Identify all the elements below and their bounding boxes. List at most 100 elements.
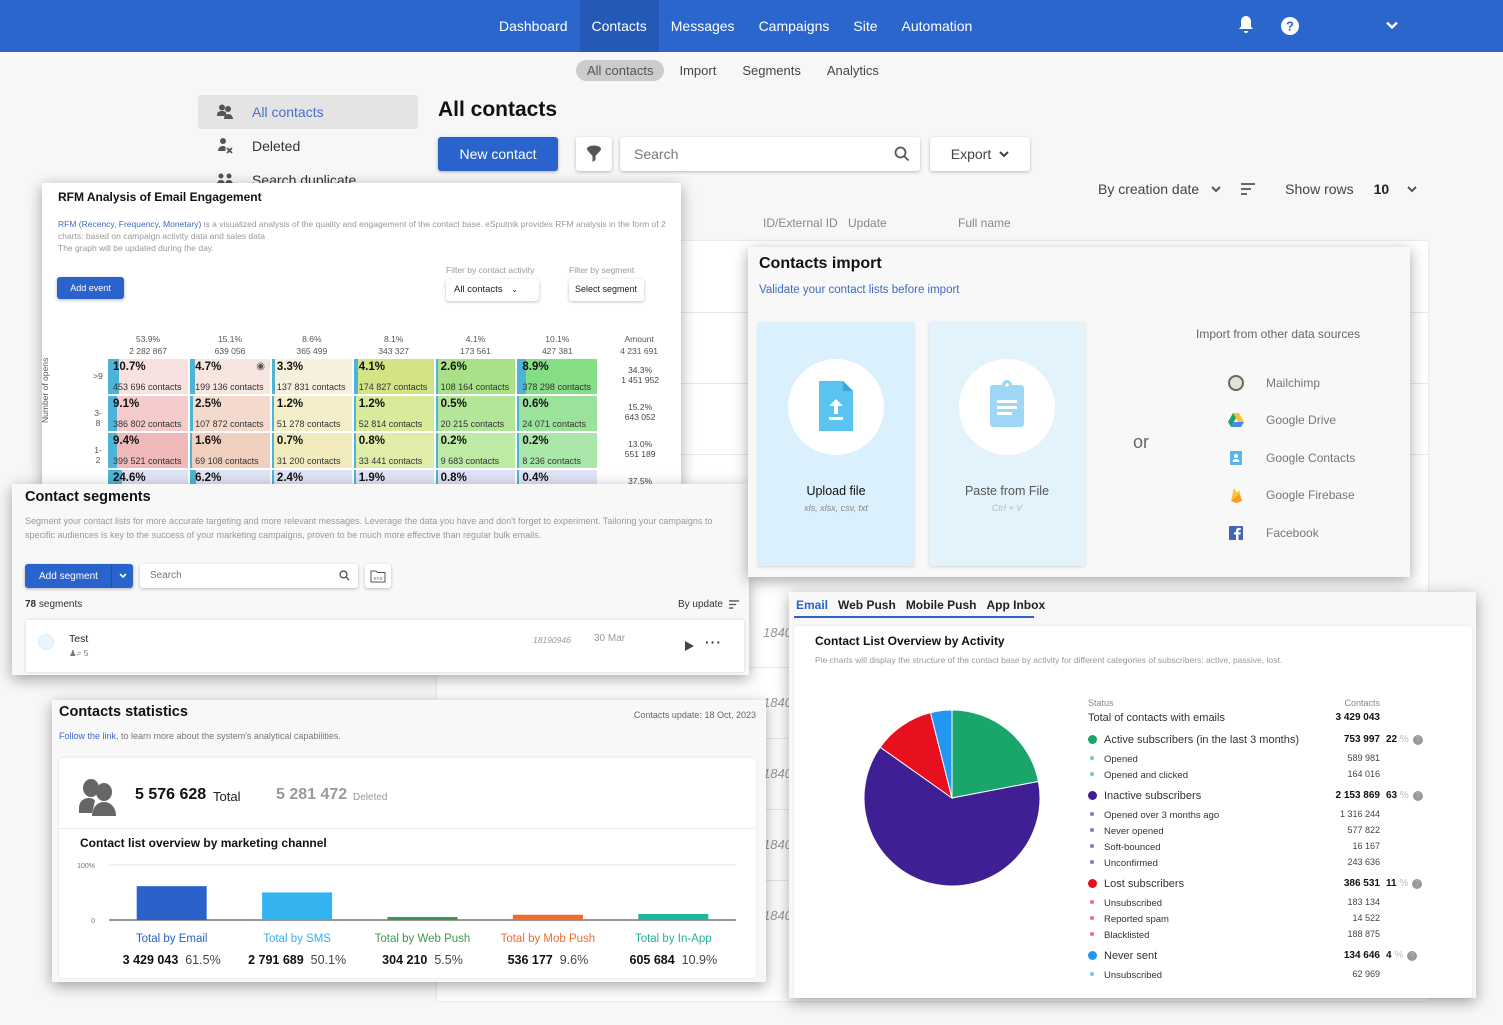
col-update[interactable]: Update xyxy=(848,216,887,230)
filter-activity-select[interactable]: All contacts ⌄ xyxy=(446,279,539,301)
help-icon[interactable]: ? xyxy=(1412,791,1423,801)
nav-contacts[interactable]: Contacts xyxy=(579,0,659,52)
subnav-segments[interactable]: Segments xyxy=(731,60,812,81)
filter-button[interactable] xyxy=(576,137,612,171)
new-contact-button[interactable]: New contact xyxy=(438,137,558,171)
search-placeholder: Search xyxy=(634,146,679,162)
rfm-cell-bar xyxy=(353,396,356,431)
add-segment-dropdown[interactable] xyxy=(111,564,133,588)
bar[interactable] xyxy=(387,916,458,920)
rfm-cell[interactable]: 4.7% 199 136 contacts ◉ xyxy=(190,359,270,394)
rfm-column-header: 4.1% 173 561 xyxy=(460,334,491,356)
bar[interactable] xyxy=(136,886,207,920)
filter-activity-label: Filter by contact activity xyxy=(446,265,535,275)
rfm-cell-contacts: 399 521 contacts xyxy=(112,456,182,466)
rfm-cell[interactable]: 1.2% 52 814 contacts xyxy=(353,396,434,431)
eye-icon[interactable]: ◉ xyxy=(256,361,265,372)
source-mailchimp[interactable]: Mailchimp xyxy=(1228,375,1320,391)
rfm-link[interactable]: RFM (Recency, Frequency, Monetary) xyxy=(58,219,201,229)
segment-row[interactable]: Test ♟⌕ 5 18190946 30 Mar ··· xyxy=(26,620,744,672)
segments-search-input[interactable]: Search xyxy=(140,564,358,588)
rfm-cell[interactable]: 0.8% 33 441 contacts xyxy=(353,433,434,468)
rfm-cell[interactable]: 9.1% 386 802 contacts xyxy=(107,396,189,431)
rfm-cell[interactable]: 0.5% 20 215 contacts xyxy=(435,396,516,431)
sidebar-item-all-contacts[interactable]: All contacts xyxy=(198,95,418,129)
source-google-contacts[interactable]: Google Contacts xyxy=(1228,450,1355,466)
rfm-cell[interactable]: 9.4% 399 521 contacts xyxy=(107,433,189,468)
source-google-firebase[interactable]: Google Firebase xyxy=(1228,487,1355,503)
sort-select[interactable]: By creation date xyxy=(1098,181,1199,197)
rfm-cell[interactable]: 0.7% 31 200 contacts xyxy=(271,433,352,468)
rfm-cell[interactable]: 8.9% 378 298 contacts xyxy=(517,359,598,394)
segments-sort[interactable]: By update xyxy=(678,599,739,610)
segment-name[interactable]: Test xyxy=(69,633,88,645)
sub-value: 62 969 xyxy=(1352,969,1380,979)
rfm-cell[interactable]: 3.3% 137 831 contacts xyxy=(271,359,352,394)
add-event-button[interactable]: Add event xyxy=(57,277,124,299)
tab-mobile-push[interactable]: Mobile Push xyxy=(906,598,977,612)
add-segment-button[interactable]: Add segment xyxy=(25,564,133,588)
rfm-cell-bar xyxy=(271,433,274,468)
rfm-cell[interactable]: 0.2% 8 236 contacts xyxy=(517,433,598,468)
tab-web-push[interactable]: Web Push xyxy=(838,598,896,612)
search-icon[interactable] xyxy=(894,146,910,162)
col-full-name[interactable]: Full name xyxy=(958,216,1011,230)
bar-value-label: 304 210 5.5% xyxy=(382,953,463,967)
paste-from-file-card[interactable]: Paste from File Ctrl + V xyxy=(929,322,1085,566)
rfm-cell[interactable]: 4.1% 174 827 contacts xyxy=(353,359,434,394)
sub-dot xyxy=(1090,972,1094,976)
rfm-cell[interactable]: 2.6% 108 164 contacts xyxy=(435,359,516,394)
rfm-cell[interactable]: 2.5% 107 872 contacts xyxy=(190,396,270,431)
sidebar-item-deleted[interactable]: Deleted xyxy=(198,129,418,163)
help-icon[interactable]: ? xyxy=(1407,951,1418,961)
nav-dashboard[interactable]: Dashboard xyxy=(487,0,580,52)
col-id-external[interactable]: ID/External ID xyxy=(763,216,838,230)
subnav-all-contacts[interactable]: All contacts xyxy=(576,60,665,81)
status-sub-row: Blacklisted 188 875 xyxy=(1088,929,1428,945)
follow-link[interactable]: Follow the link xyxy=(59,731,116,741)
upload-file-card[interactable]: Upload file xls, xlsx, csv, txt xyxy=(758,322,914,566)
nav-site[interactable]: Site xyxy=(841,0,889,52)
bar-value-label: 2 791 689 50.1% xyxy=(248,953,347,967)
play-icon[interactable] xyxy=(685,641,694,651)
validate-link[interactable]: Validate your contact lists before impor… xyxy=(759,284,960,296)
subnav-import[interactable]: Import xyxy=(668,60,727,81)
rfm-cell[interactable]: 1.2% 51 278 contacts xyxy=(271,396,352,431)
bar[interactable] xyxy=(262,892,333,920)
show-rows-value[interactable]: 10 xyxy=(1374,181,1390,197)
bell-icon[interactable] xyxy=(1237,15,1255,35)
sub-label: Unsubscribed xyxy=(1104,898,1163,909)
chevron-down-icon[interactable] xyxy=(1211,185,1221,193)
tab-app-inbox[interactable]: App Inbox xyxy=(986,598,1045,612)
nav-messages[interactable]: Messages xyxy=(659,0,747,52)
subnav-analytics[interactable]: Analytics xyxy=(816,60,890,81)
search-icon[interactable] xyxy=(339,570,350,581)
nav-campaigns[interactable]: Campaigns xyxy=(747,0,842,52)
rfm-cell-contacts: 9 683 contacts xyxy=(440,456,500,466)
filter-segment-select[interactable]: Select segment xyxy=(569,279,644,301)
nav-automation[interactable]: Automation xyxy=(890,0,985,52)
rfm-cell[interactable]: 10.7% 453 696 contacts xyxy=(107,359,189,394)
help-icon[interactable]: ? xyxy=(1281,17,1299,35)
source-google-drive[interactable]: Google Drive xyxy=(1228,412,1336,428)
chevron-down-icon[interactable] xyxy=(1386,21,1398,30)
rfm-cell[interactable]: 0.6% 24 071 contacts xyxy=(517,396,598,431)
more-options-icon[interactable]: ··· xyxy=(705,634,722,650)
sort-order-icon[interactable] xyxy=(1241,183,1256,195)
chevron-down-icon xyxy=(999,150,1009,157)
chevron-down-icon: ⌄ xyxy=(511,285,518,294)
chevron-down-icon[interactable] xyxy=(1407,185,1417,193)
rfm-cell[interactable]: 0.2% 9 683 contacts xyxy=(435,433,516,468)
tab-email[interactable]: Email xyxy=(796,598,828,612)
search-input[interactable]: Search xyxy=(620,137,920,171)
rfm-cell-contacts: 33 441 contacts xyxy=(358,456,423,466)
export-button[interactable]: Export xyxy=(930,137,1030,171)
help-icon[interactable]: ? xyxy=(1412,735,1423,745)
help-icon[interactable]: ? xyxy=(1412,879,1423,889)
system-folder-button[interactable]: SYS xyxy=(365,564,391,588)
rfm-cell[interactable]: 1.6% 69 108 contacts xyxy=(190,433,270,468)
bar[interactable] xyxy=(638,914,709,920)
source-facebook[interactable]: Facebook xyxy=(1228,525,1319,541)
bar[interactable] xyxy=(512,914,583,920)
segments-count-label: segments xyxy=(38,599,83,610)
